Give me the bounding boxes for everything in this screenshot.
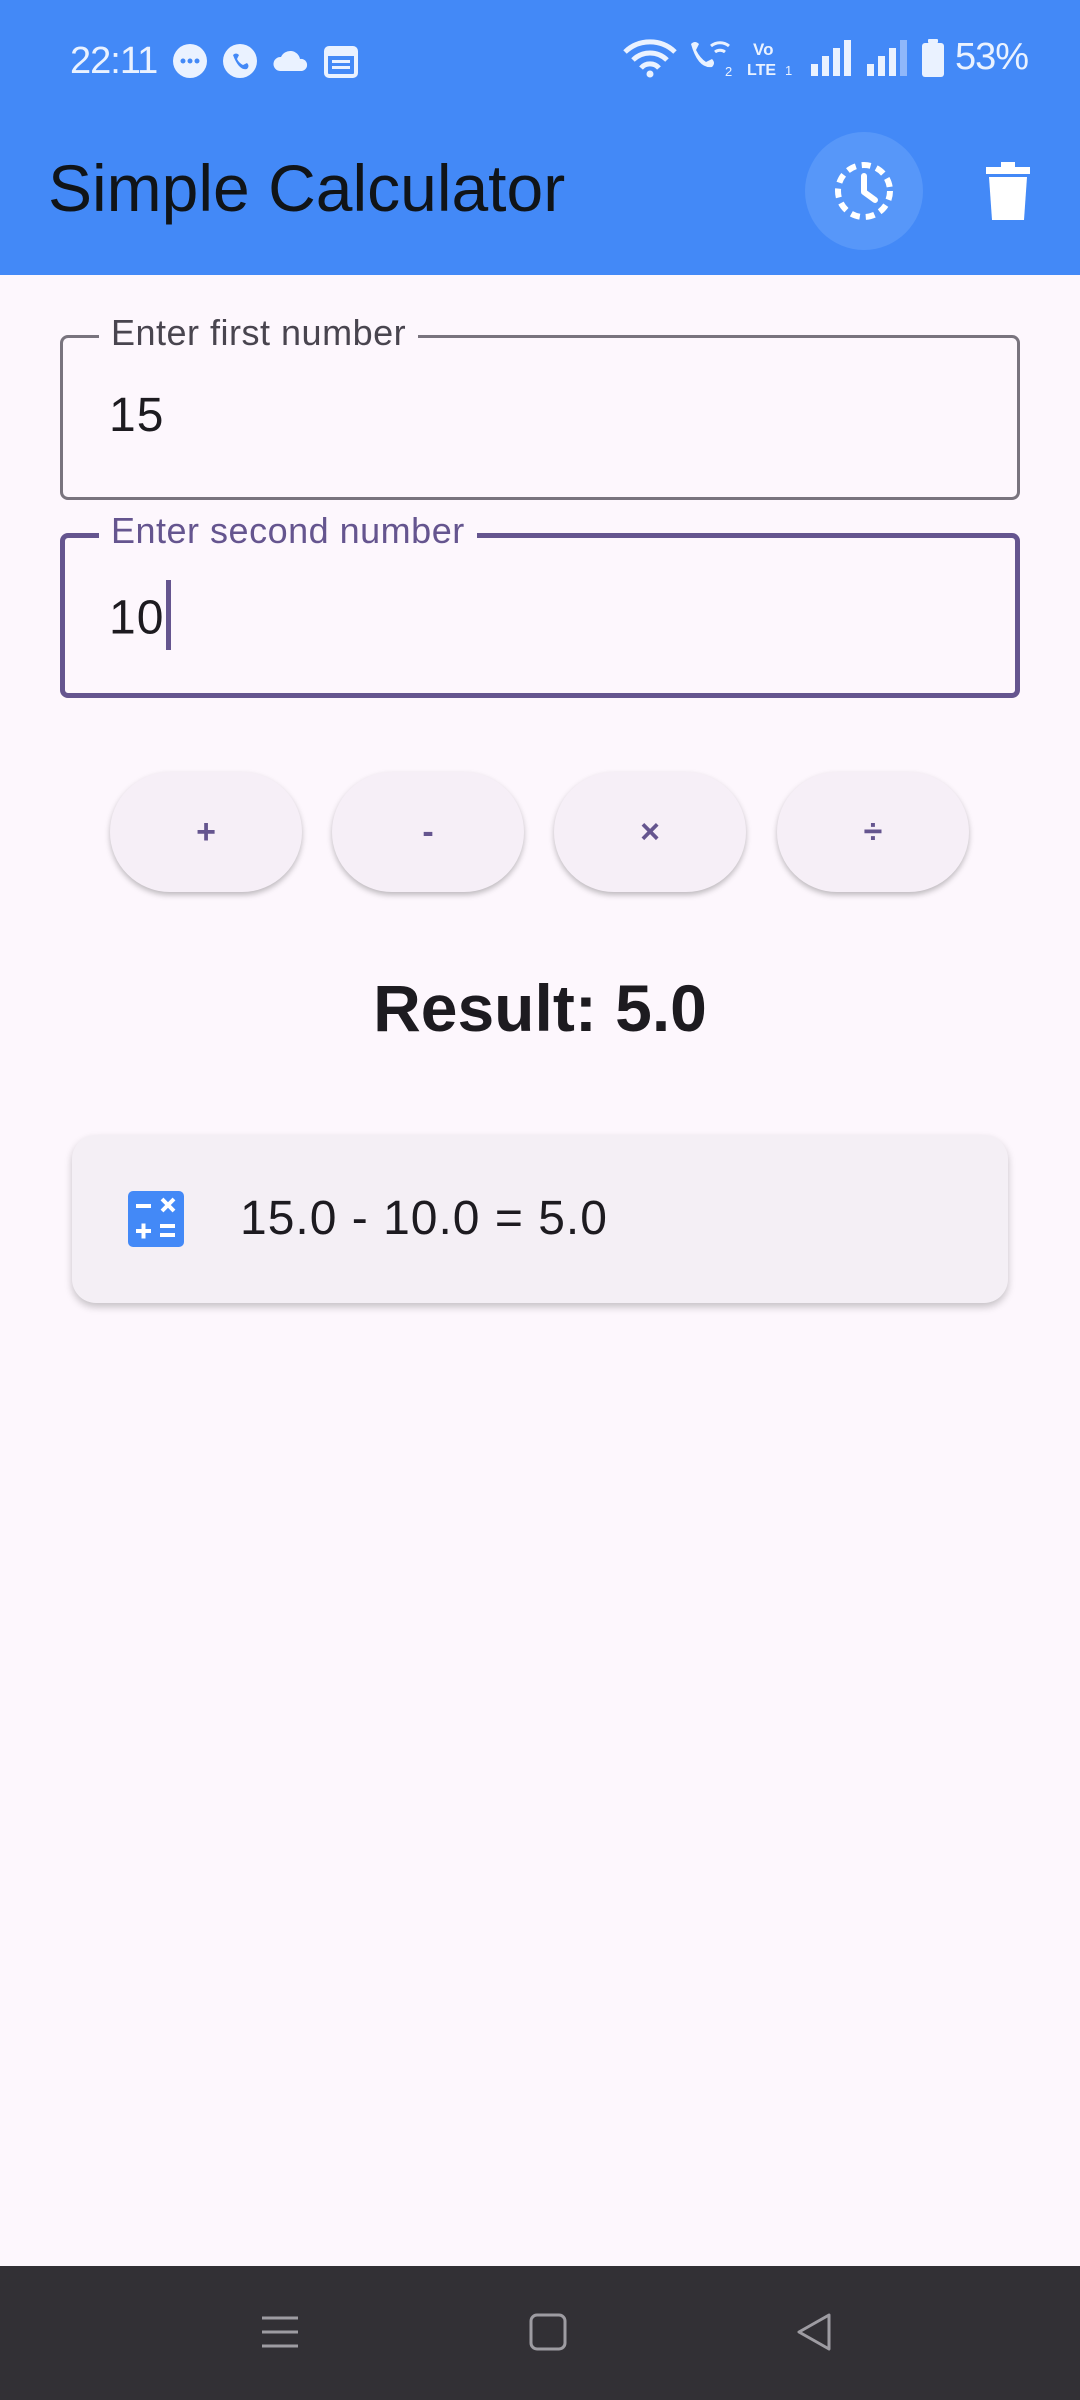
delete-button[interactable] [972, 150, 1044, 232]
calendar-icon [324, 46, 358, 78]
status-notification-icons [172, 43, 358, 79]
menu-icon [262, 2316, 298, 2348]
second-number-field[interactable]: Enter second number 10 [60, 510, 1020, 698]
chat-icon [223, 44, 257, 78]
signal-icon [810, 39, 851, 76]
back-icon [797, 2313, 831, 2351]
history-list-item[interactable]: 15.0 - 10.0 = 5.0 [72, 1135, 1008, 1303]
history-button[interactable] [805, 132, 923, 250]
volte-icon: Vo LTE 1 [747, 40, 792, 78]
result-text: Result: 5.0 [373, 971, 707, 1045]
history-entry-text: 15.0 - 10.0 = 5.0 [240, 1192, 608, 1245]
status-time: 22:11 [70, 40, 158, 82]
battery-icon [921, 38, 944, 77]
signal-icon [866, 39, 907, 76]
svg-text:LTE: LTE [747, 62, 776, 78]
first-number-value[interactable]: 15 [109, 388, 164, 443]
messages-icon [173, 44, 207, 78]
status-bar: 22:11 2 Vo LTE 1 53% [0, 0, 1080, 125]
multiply-button[interactable]: × [554, 772, 746, 892]
second-number-label: Enter second number [99, 510, 477, 552]
system-nav-bar [0, 2266, 1080, 2400]
calculate-icon [128, 1191, 184, 1247]
wifi-call-icon: 2 [690, 40, 732, 78]
text-cursor [166, 580, 172, 650]
home-button[interactable] [518, 2302, 578, 2362]
first-number-field[interactable]: Enter first number 15 [60, 312, 1020, 500]
back-button[interactable] [785, 2302, 845, 2362]
second-number-value[interactable]: 10 [109, 592, 164, 645]
divide-button[interactable]: ÷ [777, 772, 969, 892]
svg-text:2: 2 [725, 64, 732, 78]
battery-percent: 53% [954, 36, 1029, 78]
wifi-icon [623, 38, 677, 77]
svg-text:1: 1 [785, 63, 792, 78]
delete-icon [986, 162, 1030, 220]
recents-button[interactable] [250, 2302, 310, 2362]
app-bar: 22:11 2 Vo LTE 1 53% Simple Calculator [0, 0, 1080, 275]
home-icon [529, 2313, 567, 2351]
operator-buttons: + - × ÷ [110, 772, 970, 892]
cloud-icon [273, 50, 308, 71]
second-number-value-wrap[interactable]: 10 [109, 580, 172, 656]
first-number-label: Enter first number [99, 312, 419, 354]
svg-text:Vo: Vo [753, 40, 773, 59]
history-icon [835, 162, 893, 220]
page-title: Simple Calculator [48, 151, 566, 225]
subtract-button[interactable]: - [332, 772, 524, 892]
status-system-icons: 2 Vo LTE 1 53% [623, 36, 1029, 79]
add-button[interactable]: + [110, 772, 302, 892]
